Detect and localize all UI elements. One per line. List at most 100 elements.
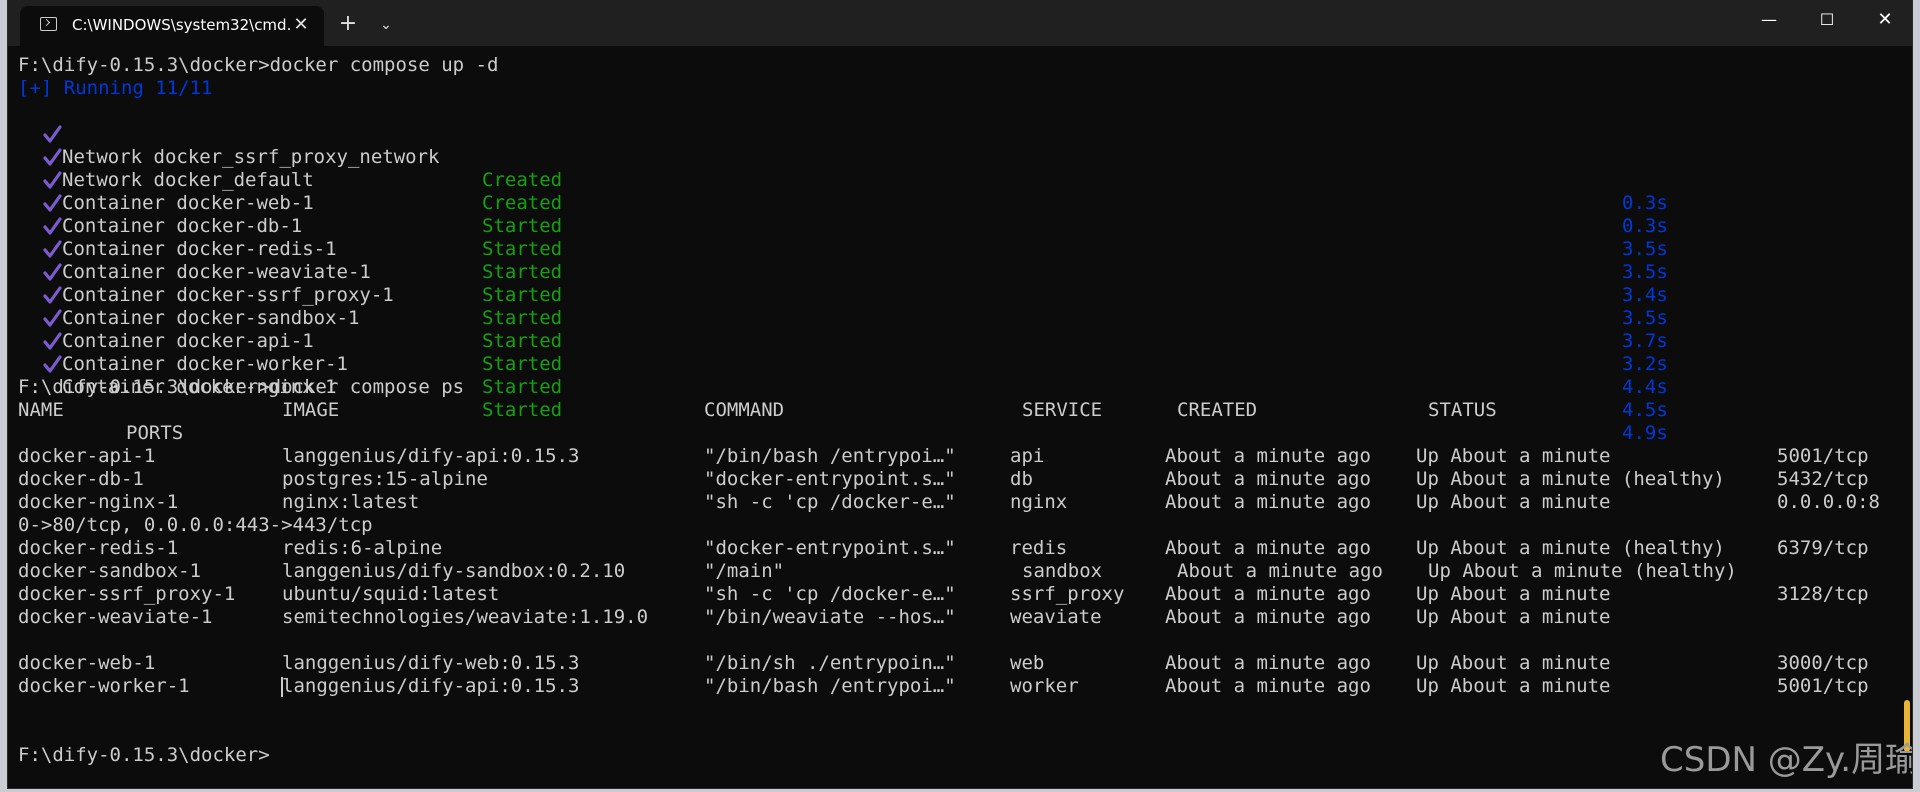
compose-up-row: Container docker-db-1 Started 3.5s (18, 169, 1718, 283)
row-image: semitechnologies/weaviate:1.19.0 (282, 606, 649, 628)
row-created: About a minute ago (1165, 491, 1371, 513)
row-image: langgenius/dify-sandbox:0.2.10 (282, 560, 626, 582)
row-name: docker-worker-1 (18, 675, 190, 697)
ports-wrap-line: 0->80/tcp, 0.0.0.0:443->443/tcp (18, 514, 373, 536)
header-ports: PORTS (126, 422, 184, 444)
row-service: ssrf_proxy (1010, 583, 1125, 605)
ps-row: docker-api-1 langgenius/dify-api:0.15.3 … (18, 445, 1898, 468)
header-name: NAME (18, 399, 64, 421)
header-image: IMAGE (282, 399, 340, 421)
row-created: About a minute ago (1177, 560, 1383, 582)
row-image: redis:6-alpine (282, 537, 443, 559)
row-service: redis (1010, 537, 1068, 559)
row-created: About a minute ago (1165, 537, 1371, 559)
row-status: Up About a minute (1416, 583, 1611, 605)
row-name: docker-weaviate-1 (18, 606, 213, 628)
compose-up-row: Network docker_default Created 0.3s (18, 123, 1718, 237)
row-status: Up About a minute (healthy) (1428, 560, 1737, 582)
command-line: F:\dify-0.15.3\docker>docker compose ps (18, 376, 465, 398)
terminal-icon (40, 17, 57, 31)
row-command: "docker-entrypoint.s…" (704, 537, 956, 559)
row-ports: 5001/tcp (1777, 445, 1869, 467)
tab-title: C:\WINDOWS\system32\cmd.e (72, 16, 292, 34)
ps-header-row: NAME IMAGE COMMAND SERVICE CREATED STATU… (18, 399, 1898, 422)
maximize-button[interactable]: ☐ (1798, 0, 1856, 40)
row-status: Up About a minute (1416, 652, 1611, 674)
compose-up-row: Container docker-sandbox-1 Started 3.2s (18, 261, 1718, 375)
row-name: docker-redis-1 (18, 537, 179, 559)
row-name: docker-web-1 (18, 652, 156, 674)
header-status: STATUS (1428, 399, 1497, 421)
resource-time: 4.4s (1622, 376, 1668, 398)
row-name: docker-db-1 (18, 468, 144, 490)
resource-name: Container docker-worker-1 (62, 353, 348, 375)
row-status: Up About a minute (1416, 606, 1611, 628)
compose-up-row: Network docker_ssrf_proxy_network Create… (18, 100, 1718, 214)
row-command: "/bin/sh ./entrypoin…" (704, 652, 956, 674)
ps-row: docker-worker-1 langgenius/dify-api:0.15… (18, 675, 1898, 698)
compose-up-row: Container docker-ssrf_proxy-1 Started 3.… (18, 238, 1718, 352)
row-status: Up About a minute (healthy) (1416, 468, 1725, 490)
row-name: docker-api-1 (18, 445, 156, 467)
row-service: nginx (1010, 491, 1068, 513)
compose-up-row: Container docker-redis-1 Started 3.4s (18, 192, 1718, 306)
header-command: COMMAND (704, 399, 785, 421)
row-ports: 0.0.0.0:8 (1777, 491, 1880, 513)
row-ports: 5001/tcp (1777, 675, 1869, 697)
row-name: docker-ssrf_proxy-1 (18, 583, 236, 605)
row-created: About a minute ago (1165, 468, 1371, 490)
row-name: docker-sandbox-1 (18, 560, 202, 582)
row-created: About a minute ago (1165, 583, 1371, 605)
row-service: weaviate (1010, 606, 1102, 628)
row-image: langgenius/dify-web:0.15.3 (282, 652, 580, 674)
chevron-down-icon[interactable]: ⌄ (373, 12, 399, 38)
tab-cmd[interactable]: C:\WINDOWS\system32\cmd.e ✕ (20, 6, 324, 46)
title-bar[interactable]: C:\WINDOWS\system32\cmd.e ✕ + ⌄ — ☐ ✕ (8, 0, 1912, 46)
row-image: langgenius/dify-api:0.15.3 (282, 675, 580, 697)
row-command: "/bin/bash /entrypoi…" (704, 445, 956, 467)
row-service: api (1010, 445, 1045, 467)
header-created: CREATED (1177, 399, 1258, 421)
row-created: About a minute ago (1165, 652, 1371, 674)
ps-row: docker-ssrf_proxy-1 ubuntu/squid:latest … (18, 583, 1898, 606)
row-ports: 6379/tcp (1777, 537, 1869, 559)
row-command: "docker-entrypoint.s…" (704, 468, 956, 490)
command-line: F:\dify-0.15.3\docker>docker compose up … (18, 54, 499, 76)
watermark: CSDN @Zy.周瑜 (1660, 740, 1912, 780)
row-command: "/bin/bash /entrypoi…" (704, 675, 956, 697)
close-tab-icon[interactable]: ✕ (290, 14, 312, 36)
compose-up-row: Container docker-web-1 Started 3.5s (18, 146, 1718, 260)
resource-time: 4.9s (1622, 422, 1668, 444)
command-prompt[interactable]: F:\dify-0.15.3\docker> (18, 744, 270, 767)
ps-row: docker-redis-1 redis:6-alpine "docker-en… (18, 537, 1898, 560)
ps-row: docker-web-1 langgenius/dify-web:0.15.3 … (18, 652, 1898, 675)
row-status: Up About a minute (1416, 445, 1611, 467)
row-command: "sh -c 'cp /docker-e…" (704, 491, 956, 513)
minimize-button[interactable]: — (1740, 0, 1798, 40)
row-service: web (1010, 652, 1045, 674)
new-tab-button[interactable]: + (334, 12, 362, 38)
row-image: langgenius/dify-api:0.15.3 (282, 445, 580, 467)
row-image: postgres:15-alpine (282, 468, 488, 490)
resource-time: 3.2s (1622, 353, 1668, 375)
row-service: worker (1010, 675, 1079, 697)
row-image: ubuntu/squid:latest (282, 583, 500, 605)
compose-up-row: Container docker-nginx-1 Started 4.9s (18, 330, 1718, 444)
row-status: Up About a minute (healthy) (1416, 537, 1725, 559)
row-ports: 5432/tcp (1777, 468, 1869, 490)
resource-status: Started (482, 376, 563, 398)
terminal-output[interactable]: F:\dify-0.15.3\docker>docker compose up … (18, 52, 1908, 784)
row-command: "sh -c 'cp /docker-e…" (704, 583, 956, 605)
row-created: About a minute ago (1165, 606, 1371, 628)
row-name: docker-nginx-1 (18, 491, 179, 513)
close-window-button[interactable]: ✕ (1856, 0, 1912, 40)
row-ports: 3000/tcp (1777, 652, 1869, 674)
row-status: Up About a minute (1416, 491, 1611, 513)
row-created: About a minute ago (1165, 445, 1371, 467)
terminal-window: C:\WINDOWS\system32\cmd.e ✕ + ⌄ — ☐ ✕ F:… (8, 0, 1912, 788)
header-service: SERVICE (1022, 399, 1103, 421)
row-command: "/main" (704, 560, 785, 582)
compose-up-row: Container docker-worker-1 Started 4.5s (18, 307, 1718, 421)
ps-row: docker-sandbox-1 langgenius/dify-sandbox… (18, 560, 1898, 583)
row-created: About a minute ago (1165, 675, 1371, 697)
